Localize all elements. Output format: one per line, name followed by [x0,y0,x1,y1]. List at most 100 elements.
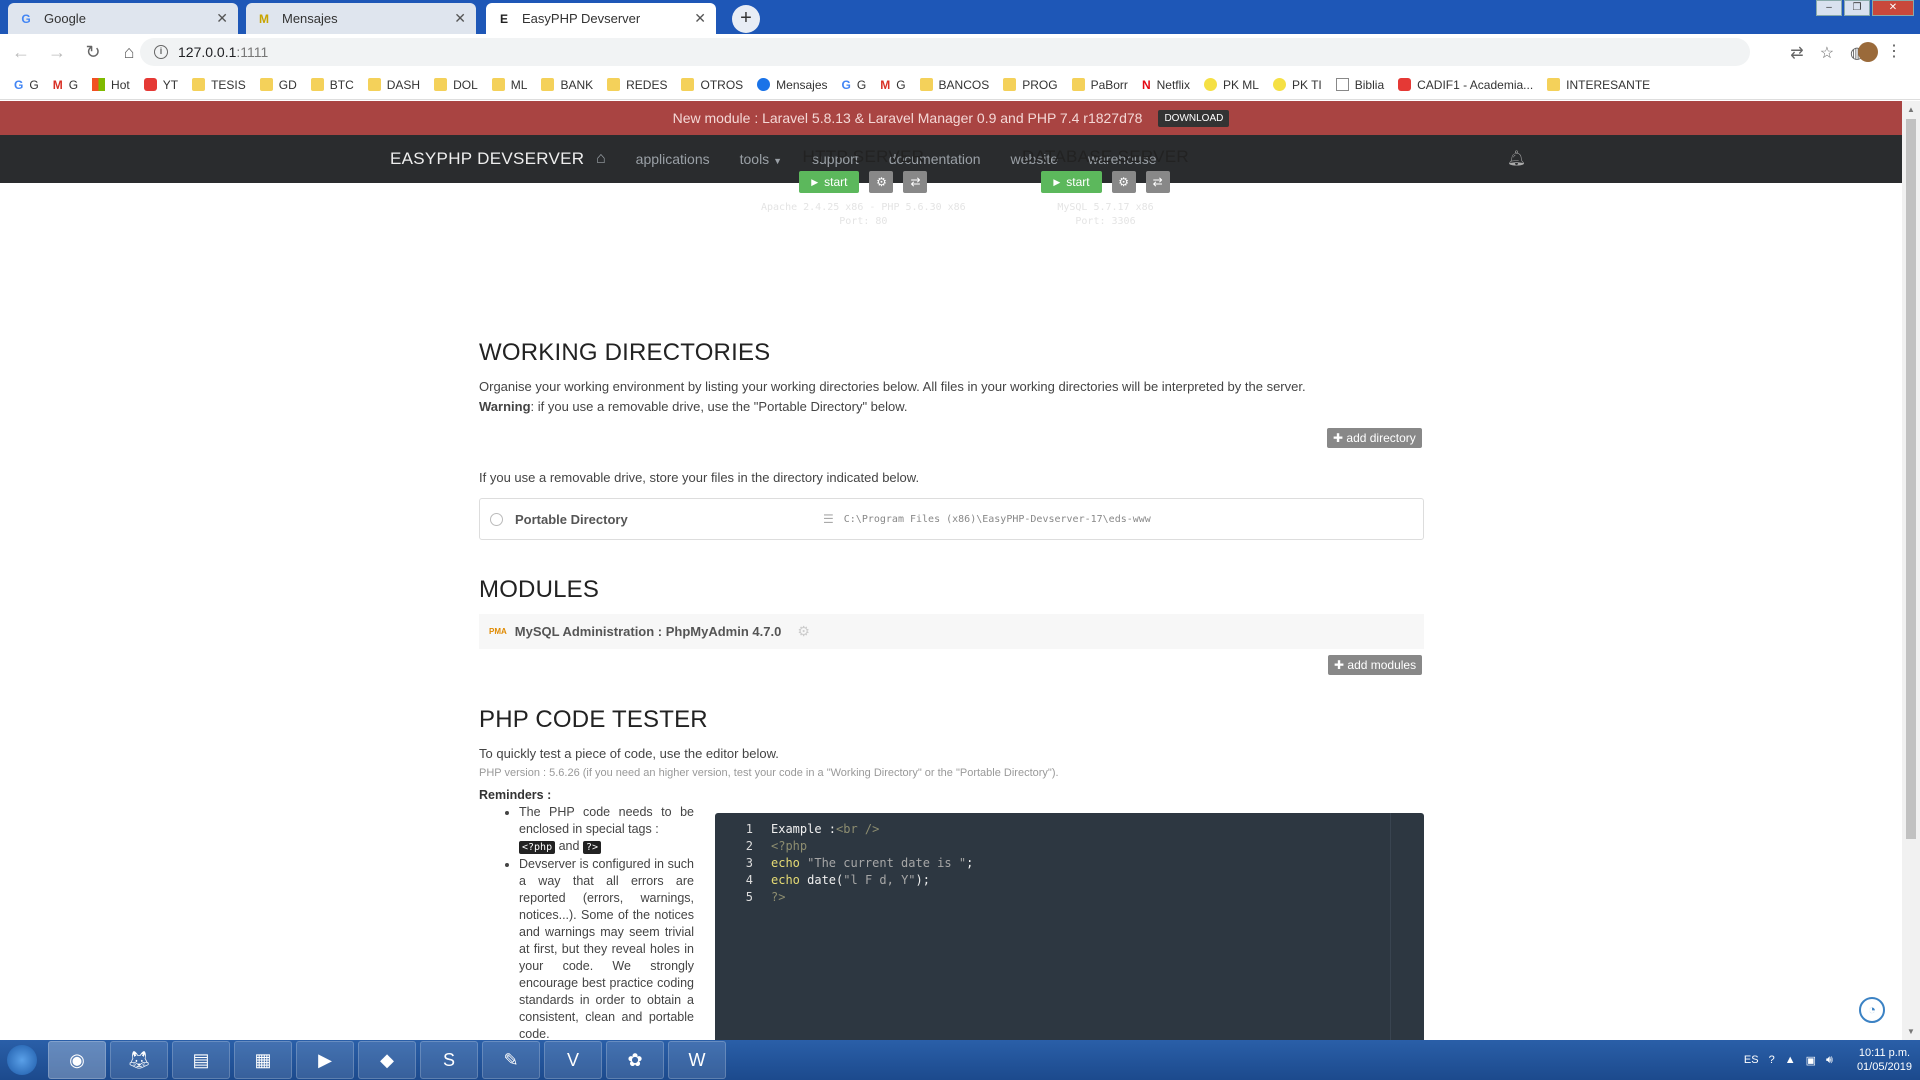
http-start-button[interactable]: ▶ start [799,171,860,193]
bookmark-item[interactable]: PaBorr [1071,78,1128,92]
calculator-taskbar-icon[interactable]: ▦ [234,1041,292,1079]
brand-logo[interactable]: EASYPHP DEVSERVER [390,149,584,169]
code-line[interactable]: 3 echo "The current date is "; [715,855,974,872]
word-taskbar-icon[interactable]: W [668,1041,726,1079]
code-line[interactable]: 4 echo date("l F d, Y"); [715,872,930,889]
add-directory-button[interactable]: ✚ add directory [1327,428,1422,448]
bookmark-item[interactable]: PROG [1003,78,1058,92]
bell-icon[interactable]: 🔔︎ [1507,149,1526,167]
clock[interactable]: 10:11 p.m. 01/05/2019 [1857,1046,1912,1074]
ml-icon [1203,78,1217,91]
star-icon[interactable]: ☆ [1820,43,1834,63]
bookmark-item[interactable]: BANCOS [919,78,989,92]
minimize-button[interactable]: – [1816,0,1842,16]
reload-icon[interactable]: ↻ [78,37,108,67]
bookmark-item[interactable]: REDES [607,78,667,92]
help-icon[interactable]: ? [1769,1054,1775,1066]
bookmark-item[interactable]: Biblia [1335,78,1384,92]
http-switch-button[interactable]: ⇄ [903,171,928,193]
bookmark-item[interactable]: BANK [541,78,593,92]
bookmark-item[interactable]: Hot [92,78,130,92]
menu-icon[interactable]: ⋮ [1886,41,1902,61]
gear-icon[interactable]: ⚙ [797,623,810,640]
bookmark-item[interactable]: GG [14,78,39,93]
code-line[interactable]: 2 <?php [715,838,807,855]
db-switch-button[interactable]: ⇄ [1145,171,1170,193]
translate-icon[interactable]: ⇄ [1790,43,1803,63]
maximize-button[interactable]: ❐ [1844,0,1870,16]
scroll-up-icon[interactable]: ▲ [1907,105,1915,114]
profile-avatar[interactable] [1858,42,1878,62]
bookmark-item[interactable]: GD [259,78,297,92]
scroll-down-icon[interactable]: ▼ [1907,1027,1915,1036]
tab-easyphp[interactable]: E EasyPHP Devserver ✕ [486,3,716,34]
bookmark-item[interactable]: GG [842,77,867,93]
reminders: Reminders : The PHP code needs to be enc… [479,788,694,1040]
bookmark-item[interactable]: MG [53,78,78,93]
scrollbar-thumb[interactable] [1906,119,1916,839]
firefox-taskbar-icon[interactable]: 🦊︎ [110,1041,168,1079]
vivaldi-taskbar-icon[interactable]: V [544,1041,602,1079]
db-start-button[interactable]: ▶ start [1041,171,1102,193]
close-window-button[interactable]: ✕ [1872,0,1914,16]
bookmark-item[interactable]: PK ML [1203,78,1259,92]
speedometer-icon[interactable]: ◔ [1859,997,1885,1023]
code-line[interactable]: 5 ?> [715,889,786,906]
close-icon[interactable]: ✕ [694,10,706,27]
home-icon[interactable]: ⌂ [596,150,606,168]
bookmark-item[interactable]: ML [491,78,527,92]
sublime-taskbar-icon[interactable]: S [420,1041,478,1079]
notepad-taskbar-icon[interactable]: ✎ [482,1041,540,1079]
bookmark-item[interactable]: MG [880,78,905,93]
module-row[interactable]: PMA MySQL Administration : PhpMyAdmin 4.… [479,614,1424,649]
nav-applications[interactable]: applications [636,151,710,167]
file-explorer-taskbar-icon[interactable]: ▤ [172,1041,230,1079]
close-icon[interactable]: ✕ [454,10,466,27]
http-settings-button[interactable]: ⚙ [869,171,894,193]
bookmark-item[interactable]: DASH [367,78,420,92]
info-icon[interactable]: i [154,45,168,59]
db-settings-button[interactable]: ⚙ [1111,171,1136,193]
bookmark-item[interactable]: DOL [434,78,478,92]
paint-taskbar-icon[interactable]: ✿ [606,1041,664,1079]
bookmark-item[interactable]: Mensajes [757,78,828,92]
address-bar[interactable]: i 127.0.0.1:1111 [140,38,1750,66]
bookmark-item[interactable]: PK TI [1272,78,1322,92]
download-button[interactable]: DOWNLOAD [1158,109,1230,127]
back-icon[interactable]: ← [6,37,36,67]
show-hidden-icons[interactable]: ▲ [1785,1054,1796,1066]
bookmark-item[interactable]: INTERESANTE [1547,78,1650,92]
bookmark-label: G [856,77,867,92]
tab-mensajes[interactable]: M Mensajes ✕ [246,3,476,34]
folder-icon [310,78,324,91]
code-line[interactable]: 1 Example :<br /> [715,821,880,838]
module-name[interactable]: MySQL Administration : PhpMyAdmin 4.7.0 [515,624,782,639]
m-icon: M [880,78,891,92]
chrome-taskbar-icon[interactable]: ◉ [48,1041,106,1079]
forward-icon[interactable]: → [42,37,72,67]
page-viewport: New module : Laravel 5.8.13 & Laravel Ma… [0,101,1902,1040]
db-version: MySQL 5.7.17 x86 [1057,202,1154,213]
bookmark-item[interactable]: OTROS [681,78,743,92]
network-icon[interactable]: ▣ [1806,1054,1816,1067]
bluestacks-taskbar-icon[interactable]: ◆ [358,1041,416,1079]
code-token: ; [966,856,974,870]
code-editor[interactable]: 1 Example :<br /> 2 <?php 3 echo "The current… [715,813,1424,1040]
page-scrollbar[interactable]: ▲ ▼ [1902,101,1920,1040]
bookmark-item[interactable]: TESIS [192,78,246,92]
bookmark-item[interactable]: CADIF1 - Academia... [1398,78,1533,92]
tab-google[interactable]: G Google ✕ [8,3,238,34]
folder-icon [1547,78,1561,91]
add-modules-button[interactable]: ✚ add modules [1328,655,1423,675]
disabled-icon: ⊘ [490,512,503,526]
bookmark-item[interactable]: YT [143,78,178,92]
portable-directory-row[interactable]: ⊘ Portable Directory ☰ C:\Program Files … [479,498,1424,540]
bookmark-item[interactable]: BTC [310,78,354,92]
start-button[interactable] [0,1040,44,1080]
media-player-taskbar-icon[interactable]: ▶ [296,1041,354,1079]
language-indicator[interactable]: ES [1744,1054,1759,1066]
close-icon[interactable]: ✕ [216,10,228,27]
new-tab-button[interactable]: + [732,5,760,33]
volume-icon[interactable]: 🔊︎ [1826,1054,1833,1067]
bookmark-item[interactable]: N Netflix [1142,78,1190,93]
